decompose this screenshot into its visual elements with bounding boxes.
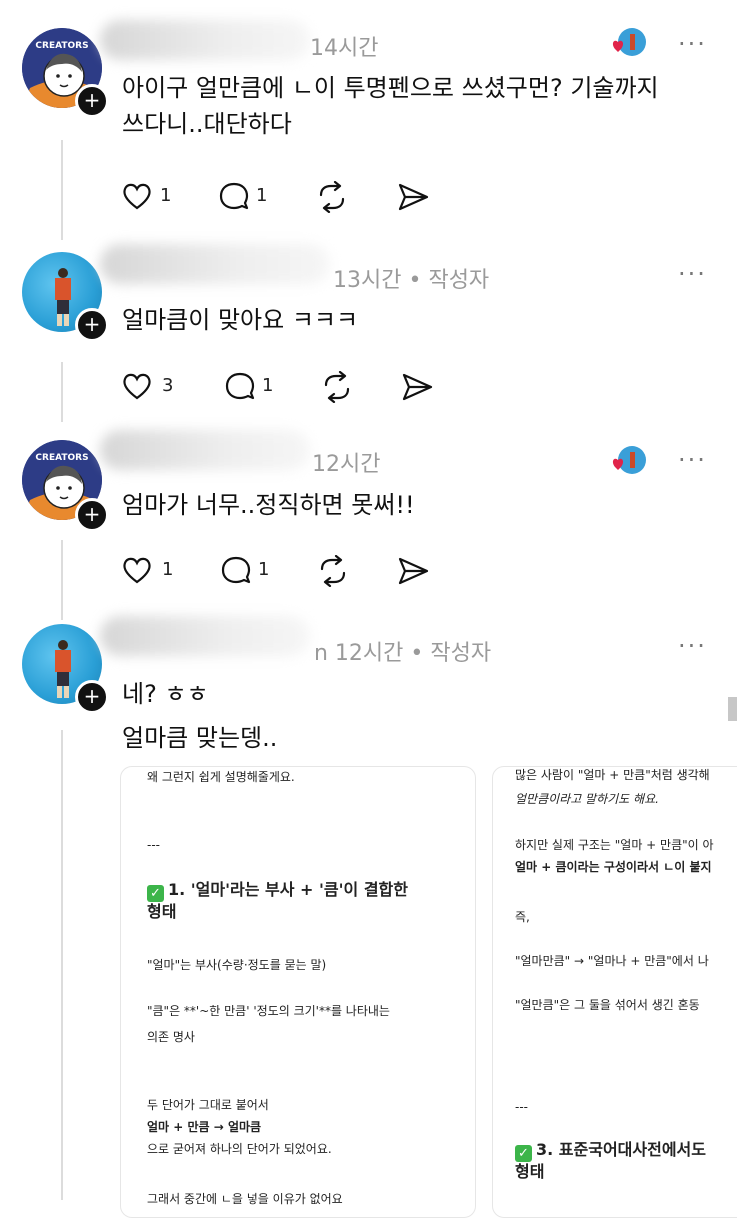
- like-button[interactable]: [122, 372, 152, 400]
- share-button[interactable]: [396, 556, 430, 586]
- author-liked-icon: [612, 28, 646, 56]
- card-line: 으로 굳어져 하나의 단어가 되었어요.: [147, 1142, 332, 1156]
- comment-icon: [221, 556, 251, 584]
- author-liked-icon: [612, 446, 646, 474]
- share-icon: [398, 183, 429, 211]
- follow-plus-icon[interactable]: +: [75, 680, 109, 714]
- repost-button[interactable]: [315, 181, 349, 213]
- blurred-username: [100, 20, 310, 60]
- comment-line: 아이구 얼만큼에 ㄴ이 투명펜으로 쓰셨구먼? 기술까지: [122, 74, 659, 102]
- thread-line: [61, 540, 63, 620]
- more-icon[interactable]: ···: [678, 446, 707, 474]
- comment-text: 엄마가 너무..정직하면 못써!!: [122, 487, 415, 523]
- like-count: 1: [160, 185, 172, 206]
- comment-text: 네? ㅎㅎ 얼마큼 맞는뎅..: [122, 676, 277, 756]
- card-line: "얼만큼"은 그 둘을 섞어서 생긴 혼동: [515, 998, 700, 1012]
- like-button[interactable]: [122, 182, 152, 210]
- blurred-username: [100, 244, 330, 284]
- comment-icon: [225, 372, 255, 400]
- heart-icon: [123, 183, 151, 210]
- comment-line: 얼마큼이 맞아요 ㅋㅋㅋ: [122, 306, 359, 334]
- card-line: ---: [515, 1100, 528, 1114]
- repost-icon: [319, 181, 345, 213]
- blurred-username: [100, 430, 310, 470]
- scrollbar[interactable]: [728, 697, 737, 721]
- svg-text:CREATORS: CREATORS: [35, 41, 88, 51]
- more-icon[interactable]: ···: [678, 260, 707, 288]
- comment-line: 쓰다니..대단하다: [122, 110, 292, 138]
- comment-icon: [219, 182, 249, 210]
- card-heading: 형태: [147, 902, 177, 921]
- card-line: ---: [147, 838, 160, 852]
- card-line: 왜 그런지 쉽게 설명해줄게요.: [147, 770, 295, 784]
- reply-count: 1: [258, 559, 270, 580]
- more-icon[interactable]: ···: [678, 30, 707, 58]
- comment-time: 12시간: [312, 452, 381, 477]
- thread-line: [61, 140, 63, 240]
- share-icon: [402, 373, 433, 401]
- reply-count: 1: [262, 375, 274, 396]
- repost-button[interactable]: [320, 371, 354, 403]
- card-line: 하지만 실제 구조는 "얼마 + 만큼"이 아: [515, 838, 714, 852]
- comment-line: 엄마가 너무..정직하면 못써!!: [122, 491, 415, 519]
- card-line: 두 단어가 그대로 붙어서: [147, 1098, 269, 1112]
- comment-time: 13시간 • 작성자: [333, 268, 490, 293]
- follow-plus-icon[interactable]: +: [75, 498, 109, 532]
- more-icon[interactable]: ···: [678, 632, 707, 660]
- comment-line: 얼마큼 맞는뎅..: [122, 724, 278, 752]
- checkmark-icon: ✓: [147, 885, 164, 902]
- comment-text: 아이구 얼만큼에 ㄴ이 투명펜으로 쓰셨구먼? 기술까지 쓰다니..대단하다: [122, 70, 659, 142]
- card-heading: ✓ 3. 표준국어대사전에서도: [515, 1139, 706, 1162]
- card-line: "큼"은 **'~한 만큼' '정도의 크기'**를 나타내는: [147, 1004, 390, 1018]
- blurred-username: [100, 616, 310, 656]
- repost-icon: [320, 555, 346, 587]
- follow-plus-icon[interactable]: +: [75, 84, 109, 118]
- svg-text:CREATORS: CREATORS: [35, 453, 88, 463]
- reply-count: 1: [256, 185, 268, 206]
- card-line: 얼마 + 만큼 → 얼마큼: [147, 1120, 262, 1134]
- share-button[interactable]: [400, 372, 434, 402]
- card-line: 즉,: [515, 910, 530, 924]
- card-line: 얼만큼이라고 말하기도 해요.: [515, 792, 659, 806]
- card-line: "얼마만큼" → "얼마나 + 만큼"에서 나: [515, 954, 709, 968]
- comment-time: 14시간: [310, 36, 379, 61]
- thread-line: [61, 730, 63, 1200]
- share-button[interactable]: [396, 182, 430, 212]
- like-button[interactable]: [122, 556, 152, 584]
- follow-plus-icon[interactable]: +: [75, 308, 109, 342]
- repost-icon: [324, 371, 350, 403]
- repost-button[interactable]: [316, 555, 350, 587]
- card-line: 의존 명사: [147, 1030, 195, 1044]
- card-line: 그래서 중간에 ㄴ을 넣을 이유가 없어요: [147, 1192, 343, 1206]
- card-line: 얼마 + 큼이라는 구성이라서 ㄴ이 붙지: [515, 860, 712, 874]
- comment-line: 네? ㅎㅎ: [122, 680, 209, 708]
- heart-icon: [123, 373, 151, 400]
- thread-line: [61, 362, 63, 422]
- card-heading: ✓ 1. '얼마'라는 부사 + '큼'이 결합한: [147, 879, 408, 902]
- share-icon: [398, 557, 429, 585]
- comment-text: 얼마큼이 맞아요 ㅋㅋㅋ: [122, 302, 358, 338]
- card-heading: 형태: [515, 1162, 545, 1181]
- reply-button[interactable]: [220, 555, 252, 585]
- heart-icon: [123, 557, 151, 584]
- comment-time: n 12시간 • 작성자: [314, 641, 492, 666]
- like-count: 1: [162, 559, 174, 580]
- attached-image-right[interactable]: 많은 사람이 "얼마 + 만큼"처럼 생각해 얼만큼이라고 말하기도 해요. 하…: [492, 766, 737, 1218]
- attached-image-left[interactable]: 왜 그런지 쉽게 설명해줄게요. --- ✓ 1. '얼마'라는 부사 + '큼'…: [120, 766, 476, 1218]
- reply-button[interactable]: [224, 371, 256, 401]
- reply-button[interactable]: [218, 181, 250, 211]
- checkmark-icon: ✓: [515, 1145, 532, 1162]
- like-count: 3: [162, 375, 174, 396]
- card-line: 많은 사람이 "얼마 + 만큼"처럼 생각해: [515, 768, 710, 782]
- card-line: "얼마"는 부사(수량·정도를 묻는 말): [147, 958, 327, 972]
